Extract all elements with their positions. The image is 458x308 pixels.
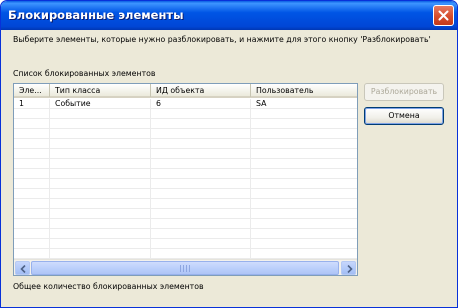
arrow-right-icon bbox=[347, 265, 353, 273]
empty-row bbox=[14, 189, 357, 199]
arrow-left-icon bbox=[20, 265, 26, 273]
empty-row bbox=[14, 219, 357, 229]
cell-class-type: Событие bbox=[50, 99, 151, 109]
column-header-class-type[interactable]: Тип класса bbox=[50, 84, 151, 97]
cell-element: 1 bbox=[14, 99, 50, 109]
grip-icon bbox=[180, 265, 190, 272]
scroll-right-button[interactable] bbox=[341, 261, 356, 275]
empty-row bbox=[14, 179, 357, 189]
empty-row bbox=[14, 249, 357, 259]
empty-row bbox=[14, 119, 357, 129]
scroll-left-button[interactable] bbox=[15, 261, 30, 275]
title-bar[interactable]: Блокированные элементы bbox=[1, 1, 457, 30]
empty-row bbox=[14, 169, 357, 179]
close-button[interactable] bbox=[433, 5, 454, 26]
dialog-window: Блокированные элементы Выберите элементы… bbox=[0, 0, 458, 308]
empty-row bbox=[14, 129, 357, 139]
empty-row bbox=[14, 209, 357, 219]
locked-items-table[interactable]: Эле... Тип класса ИД объекта Пользовател… bbox=[13, 83, 358, 276]
empty-row bbox=[14, 109, 357, 119]
column-header-user[interactable]: Пользователь bbox=[251, 84, 357, 97]
empty-row bbox=[14, 149, 357, 159]
cancel-button[interactable]: Отмена bbox=[364, 107, 444, 125]
empty-row bbox=[14, 159, 357, 169]
horizontal-scrollbar[interactable] bbox=[14, 259, 357, 275]
column-header-element[interactable]: Эле... bbox=[14, 84, 50, 97]
empty-row bbox=[14, 199, 357, 209]
dialog-body: Выберите элементы, которые нужно разблок… bbox=[4, 30, 454, 306]
close-icon bbox=[438, 10, 449, 21]
table-row[interactable]: 1 Событие 6 SA bbox=[14, 99, 357, 109]
unlock-button[interactable]: Разблокировать bbox=[364, 83, 444, 101]
cell-object-id: 6 bbox=[151, 99, 251, 109]
table-header: Эле... Тип класса ИД объекта Пользовател… bbox=[14, 84, 357, 98]
window-title: Блокированные элементы bbox=[8, 8, 184, 22]
empty-row bbox=[14, 139, 357, 149]
cell-user: SA bbox=[256, 99, 267, 108]
total-count-label: Общее количество блокированных элементов bbox=[13, 282, 204, 291]
scrollbar-thumb[interactable] bbox=[31, 261, 339, 275]
instruction-text: Выберите элементы, которые нужно разблок… bbox=[13, 35, 431, 44]
empty-row bbox=[14, 239, 357, 249]
list-label: Список блокированных элементов bbox=[13, 69, 156, 78]
empty-row bbox=[14, 229, 357, 239]
column-header-object-id[interactable]: ИД объекта bbox=[151, 84, 251, 97]
